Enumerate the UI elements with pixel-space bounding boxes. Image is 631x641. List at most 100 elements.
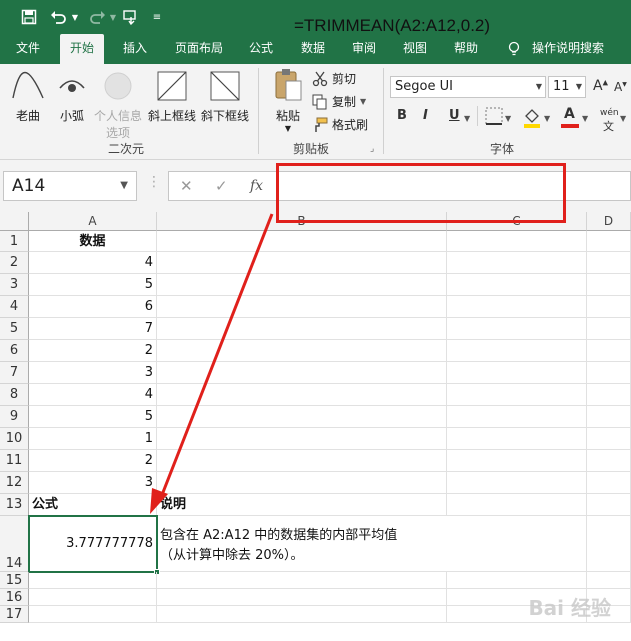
- save-icon[interactable]: [18, 6, 40, 28]
- cell-c9[interactable]: [447, 406, 587, 428]
- cell-c12[interactable]: [447, 472, 587, 494]
- cell-b4[interactable]: [157, 296, 447, 318]
- cell-b2[interactable]: [157, 252, 447, 274]
- cell-d9[interactable]: [587, 406, 631, 428]
- cell-a7[interactable]: 3: [29, 362, 157, 384]
- tab-file[interactable]: 文件: [6, 34, 50, 64]
- cell-c15[interactable]: [447, 572, 587, 589]
- cell-d1[interactable]: [587, 231, 631, 252]
- tab-page-layout[interactable]: 页面布局: [165, 34, 233, 64]
- cell-b16[interactable]: [157, 589, 447, 606]
- undo-icon[interactable]: [48, 6, 70, 28]
- cell-c7[interactable]: [447, 362, 587, 384]
- cell-c13[interactable]: [447, 494, 587, 516]
- insert-function-icon[interactable]: fx: [250, 171, 263, 201]
- cell-b12[interactable]: [157, 472, 447, 494]
- cell-c4[interactable]: [447, 296, 587, 318]
- cell-b15[interactable]: [157, 572, 447, 589]
- arc-button[interactable]: 小弧: [52, 70, 92, 124]
- cell-c11[interactable]: [447, 450, 587, 472]
- row-header[interactable]: 16: [0, 589, 29, 606]
- cell-a15[interactable]: [29, 572, 157, 589]
- row-header[interactable]: 7: [0, 362, 29, 384]
- cell-d6[interactable]: [587, 340, 631, 362]
- underline-dropdown-icon[interactable]: ▼: [464, 114, 470, 123]
- cell-a3[interactable]: 5: [29, 274, 157, 296]
- cell-d11[interactable]: [587, 450, 631, 472]
- cut-button[interactable]: 剪切: [312, 70, 356, 87]
- tell-me-search[interactable]: 操作说明搜索: [522, 34, 614, 64]
- row-header[interactable]: 4: [0, 296, 29, 318]
- underline-button[interactable]: U: [449, 108, 460, 123]
- row-header[interactable]: 2: [0, 252, 29, 274]
- fill-color-icon[interactable]: [522, 106, 542, 128]
- cell-b14[interactable]: 包含在 A2:A12 中的数据集的内部平均值 （从计算中除去 20%）。: [157, 516, 447, 572]
- cell-b5[interactable]: [157, 318, 447, 340]
- format-painter-button[interactable]: 格式刷: [312, 116, 368, 133]
- row-header[interactable]: 17: [0, 606, 29, 623]
- paste-button[interactable]: 粘贴 ▼: [268, 68, 308, 133]
- cell-b17[interactable]: [157, 606, 447, 623]
- cell-d12[interactable]: [587, 472, 631, 494]
- cell-a17[interactable]: [29, 606, 157, 623]
- fill-color-dropdown-icon[interactable]: ▼: [544, 114, 550, 123]
- cell-d7[interactable]: [587, 362, 631, 384]
- row-header[interactable]: 1: [0, 231, 29, 252]
- personal-info-options-button[interactable]: 个人信息 选项: [92, 70, 144, 141]
- cell-a5[interactable]: 7: [29, 318, 157, 340]
- cell-d4[interactable]: [587, 296, 631, 318]
- row-header[interactable]: 15: [0, 572, 29, 589]
- cell-c5[interactable]: [447, 318, 587, 340]
- cell-d13[interactable]: [587, 494, 631, 516]
- row-header[interactable]: 10: [0, 428, 29, 450]
- cell-c1[interactable]: [447, 231, 587, 252]
- tab-insert[interactable]: 插入: [113, 34, 157, 64]
- row-header[interactable]: 8: [0, 384, 29, 406]
- diagonal-up-border-button[interactable]: 斜上框线: [146, 70, 198, 124]
- redo-dropdown-icon[interactable]: ▼: [108, 6, 118, 28]
- cell-d3[interactable]: [587, 274, 631, 296]
- cancel-icon[interactable]: ✕: [180, 171, 193, 201]
- clipboard-dialog-launcher-icon[interactable]: ⌟: [370, 144, 374, 154]
- shrink-font-button[interactable]: A▼: [614, 80, 627, 94]
- cell-c8[interactable]: [447, 384, 587, 406]
- cell-d2[interactable]: [587, 252, 631, 274]
- row-header[interactable]: 9: [0, 406, 29, 428]
- cell-a10[interactable]: 1: [29, 428, 157, 450]
- cell-b8[interactable]: [157, 384, 447, 406]
- font-color-button[interactable]: A: [560, 106, 580, 128]
- row-header[interactable]: 6: [0, 340, 29, 362]
- cell-a2[interactable]: 4: [29, 252, 157, 274]
- italic-button[interactable]: I: [423, 108, 428, 123]
- cell-a8[interactable]: 4: [29, 384, 157, 406]
- bold-button[interactable]: B: [397, 108, 407, 123]
- undo-dropdown-icon[interactable]: ▼: [70, 6, 80, 28]
- cell-a1[interactable]: 数据: [29, 231, 157, 252]
- phonetic-dropdown-icon[interactable]: ▼: [620, 114, 626, 123]
- touch-mode-icon[interactable]: [120, 6, 142, 28]
- row-header[interactable]: 11: [0, 450, 29, 472]
- font-name-dropdown[interactable]: Segoe UI ▼: [390, 76, 546, 98]
- row-header[interactable]: 3: [0, 274, 29, 296]
- paste-dropdown-icon[interactable]: ▼: [268, 124, 308, 133]
- copy-button[interactable]: 复制 ▼: [312, 93, 366, 110]
- cell-b10[interactable]: [157, 428, 447, 450]
- cell-d8[interactable]: [587, 384, 631, 406]
- cell-c3[interactable]: [447, 274, 587, 296]
- font-color-dropdown-icon[interactable]: ▼: [582, 114, 588, 123]
- phonetic-guide-button[interactable]: wén: [600, 108, 619, 118]
- copy-dropdown-icon[interactable]: ▼: [360, 97, 366, 106]
- cell-d10[interactable]: [587, 428, 631, 450]
- enter-icon[interactable]: ✓: [215, 171, 228, 201]
- cell-b3[interactable]: [157, 274, 447, 296]
- cell-d14[interactable]: [587, 516, 631, 572]
- cell-a13[interactable]: 公式: [29, 494, 157, 516]
- cell-d5[interactable]: [587, 318, 631, 340]
- cell-b7[interactable]: [157, 362, 447, 384]
- cell-b6[interactable]: [157, 340, 447, 362]
- col-header-a[interactable]: A: [29, 212, 157, 231]
- cell-a12[interactable]: 3: [29, 472, 157, 494]
- customize-qa-icon[interactable]: ≡: [150, 6, 164, 28]
- cell-c6[interactable]: [447, 340, 587, 362]
- row-header[interactable]: 13: [0, 494, 29, 516]
